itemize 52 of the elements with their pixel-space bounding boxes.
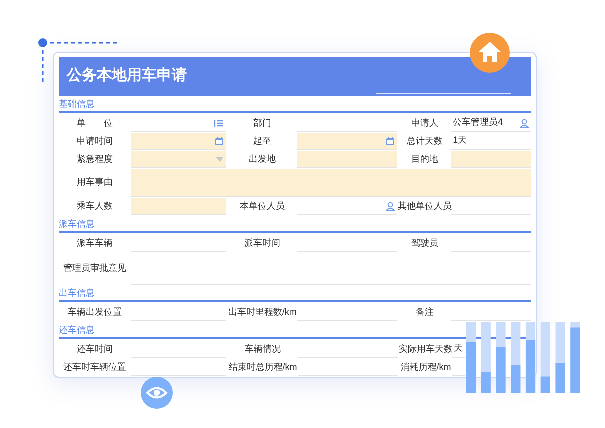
field-label: 申请人 xyxy=(412,117,439,130)
date-field[interactable] xyxy=(130,133,226,150)
field-label: 消耗历程/km xyxy=(400,361,452,374)
field-label: 单 位 xyxy=(76,117,113,130)
dropdown-field[interactable] xyxy=(130,151,226,168)
field-value: 公车管理员4 xyxy=(453,116,504,130)
input-field[interactable]: 1天 xyxy=(451,133,531,150)
section-title: 派车信息 xyxy=(59,219,95,229)
field-label: 驾驶员 xyxy=(412,237,439,250)
input-field[interactable] xyxy=(297,151,398,168)
field-label: 还车时车辆位置 xyxy=(64,361,126,374)
field-label: 用车事由 xyxy=(77,176,113,190)
field-label: 车辆情况 xyxy=(245,343,281,356)
input-field[interactable] xyxy=(131,169,531,197)
input-field[interactable] xyxy=(451,151,531,168)
field-label: 管理员审批意见 xyxy=(64,262,126,276)
section-title: 出车信息 xyxy=(59,288,95,298)
list-icon[interactable] xyxy=(214,118,224,128)
field-label: 总计天数 xyxy=(407,135,444,148)
section-title: 基础信息 xyxy=(59,99,95,109)
person-icon[interactable] xyxy=(520,118,529,128)
field-label: 出车时里程数/km xyxy=(228,306,297,320)
field-label: 其他单位人员 xyxy=(398,200,452,214)
field-label: 车辆出发位置 xyxy=(68,306,122,320)
field-label: 实际用车天数 xyxy=(399,343,453,356)
field-label: 申请时间 xyxy=(76,135,113,148)
field-label: 备注 xyxy=(416,306,434,320)
field-label: 紧急程度 xyxy=(76,153,113,166)
field-label: 本单位人员 xyxy=(240,200,286,214)
field-label: 派车车辆 xyxy=(76,237,113,250)
eye-icon[interactable] xyxy=(141,377,173,409)
calendar-icon[interactable] xyxy=(214,136,224,146)
home-icon[interactable] xyxy=(470,33,510,73)
person-icon[interactable] xyxy=(386,202,396,210)
field-value: 天 xyxy=(454,342,463,356)
calendar-icon[interactable] xyxy=(386,136,396,146)
field-value: 1天 xyxy=(453,134,468,148)
field-label: 部门 xyxy=(254,117,272,130)
field-label: 结束时总历程/km xyxy=(228,361,298,374)
dropdown-caret-icon[interactable] xyxy=(216,156,224,162)
input-field[interactable] xyxy=(130,198,226,215)
field-label: 派车时间 xyxy=(244,237,281,250)
field-label: 起至 xyxy=(254,135,272,148)
form-title: 公务本地用车申请 xyxy=(67,66,187,86)
field-label: 目的地 xyxy=(412,153,439,166)
field-label: 还车时间 xyxy=(77,343,113,356)
date-field[interactable] xyxy=(297,133,398,150)
section-title: 还车信息 xyxy=(59,325,95,335)
field-label: 乘车人数 xyxy=(76,200,113,214)
input-field[interactable]: 公车管理员4 xyxy=(451,115,531,132)
input-field[interactable]: 天 xyxy=(452,341,465,358)
field-label: 出发地 xyxy=(249,153,276,166)
